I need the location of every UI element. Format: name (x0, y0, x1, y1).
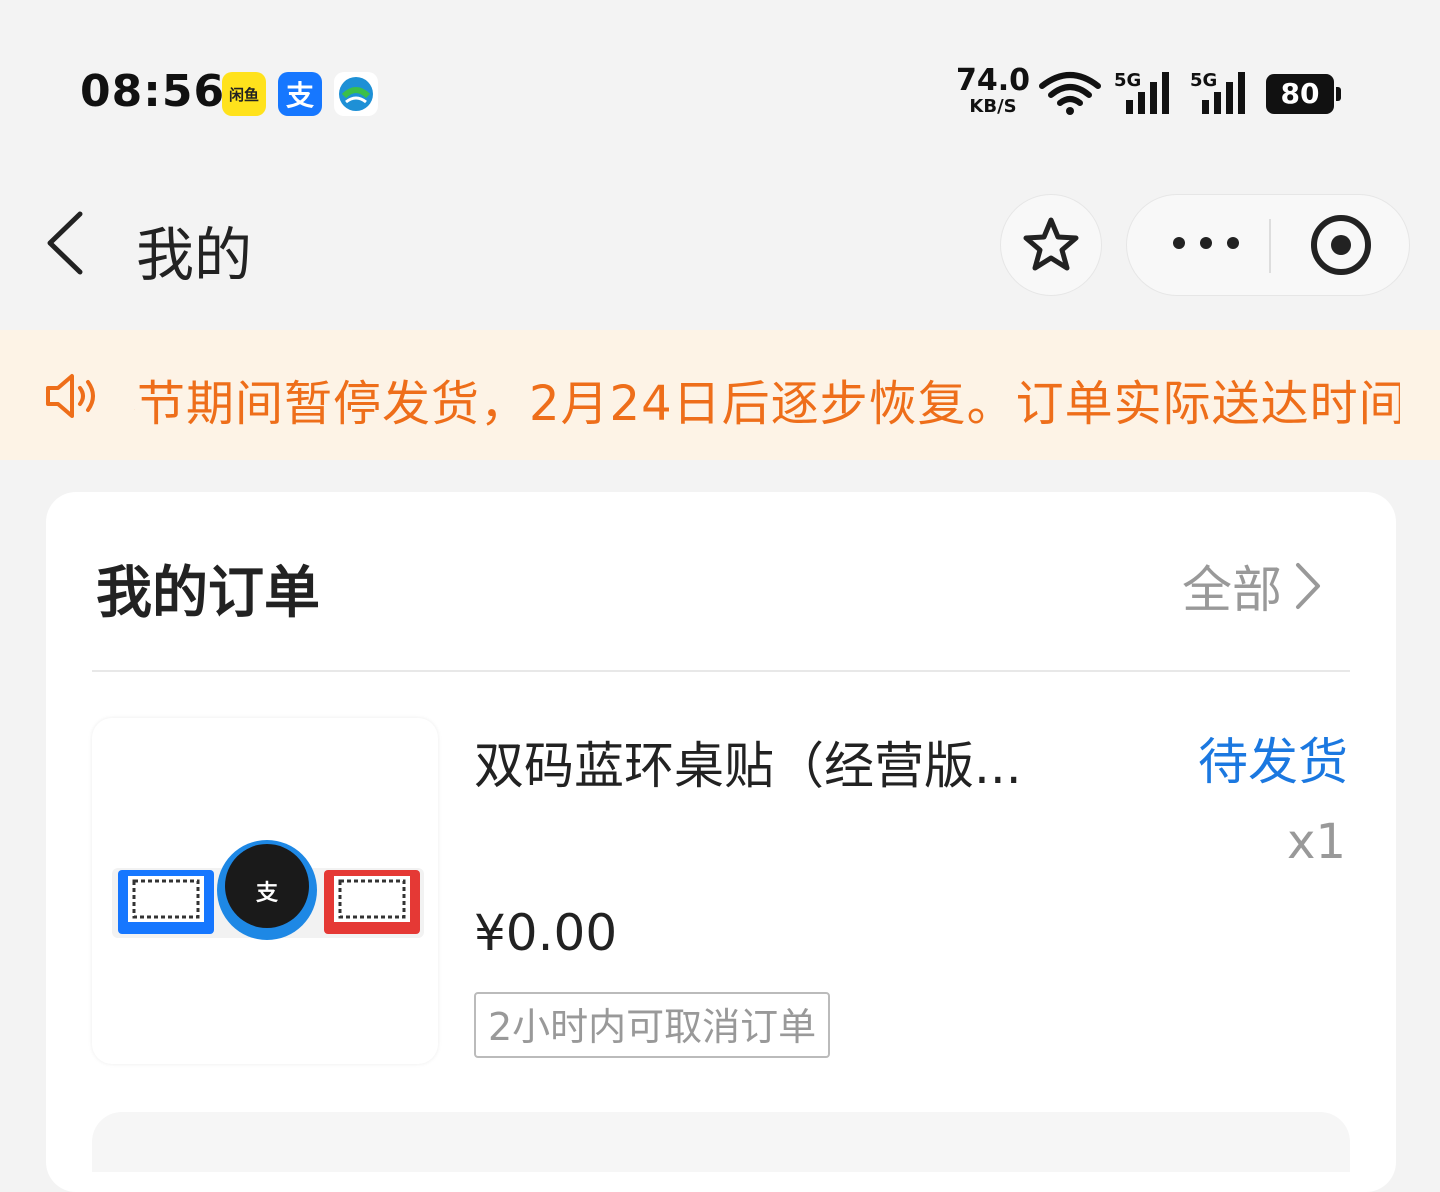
order-quantity: x1 (1287, 814, 1346, 870)
battery-indicator: 80 (1266, 74, 1341, 114)
cellular-signal-1-icon: 5G (1112, 70, 1172, 120)
status-time: 08:56 (80, 66, 226, 117)
product-name[interactable]: 双码蓝环桌贴（经营版... (474, 726, 1022, 798)
xianyu-app-icon: 闲鱼 (222, 72, 266, 116)
signal-label: 5G (1114, 70, 1142, 91)
green-app-icon (334, 72, 378, 116)
more-dots-icon[interactable] (1171, 233, 1241, 253)
target-circle-icon[interactable] (1309, 213, 1373, 277)
network-speed-value: 74.0 (956, 63, 1031, 98)
order-price: ¥0.00 (474, 904, 618, 962)
order-status: 待发货 (1198, 733, 1348, 791)
page-title: 我的 (136, 221, 253, 289)
miniprogram-capsule (1126, 194, 1410, 296)
notice-text-viewport: 春节期间暂停发货，2月24日后逐步恢复。订单实际送达时间请以物流信息为准 (134, 358, 1400, 438)
network-speed: 74.0 KB/S (956, 66, 1030, 116)
alipay-app-icon: 支 (278, 72, 322, 116)
all-orders-link[interactable]: 全部 (1182, 550, 1322, 622)
qr-stand-image: 支 (112, 840, 424, 940)
cancel-hint-tag: 2小时内可取消订单 (474, 992, 831, 1058)
notice-text: 春节期间暂停发货，2月24日后逐步恢复。订单实际送达时间请以物流信息为准 (134, 376, 1400, 432)
star-icon (1023, 217, 1079, 271)
all-orders-label: 全部 (1182, 561, 1282, 619)
notice-bar[interactable]: 春节期间暂停发货，2月24日后逐步恢复。订单实际送达时间请以物流信息为准 (0, 330, 1440, 460)
orders-title: 我的订单 (96, 561, 320, 626)
speaker-icon (46, 374, 95, 418)
capsule-divider (1269, 219, 1271, 273)
status-bar: 08:56 闲鱼 支 74.0 KB/S 5G 5G 80 (0, 0, 1440, 170)
svg-text:支: 支 (256, 881, 279, 906)
next-section-card (92, 1112, 1350, 1172)
chevron-right-icon (1296, 563, 1320, 609)
product-thumbnail[interactable]: 支 (92, 718, 438, 1064)
cellular-signal-2-icon: 5G (1188, 70, 1248, 120)
wifi-icon (1039, 72, 1101, 115)
orders-card: 我的订单 全部 支 双码蓝环桌贴（经营版... 待发货 x1 ¥0.00 2小时… (46, 492, 1396, 1192)
signal-label-2: 5G (1190, 70, 1218, 91)
card-divider (92, 670, 1350, 672)
favorite-button[interactable] (1000, 194, 1102, 296)
network-speed-unit: KB/S (969, 96, 1017, 117)
chevron-left-icon[interactable] (40, 210, 90, 276)
